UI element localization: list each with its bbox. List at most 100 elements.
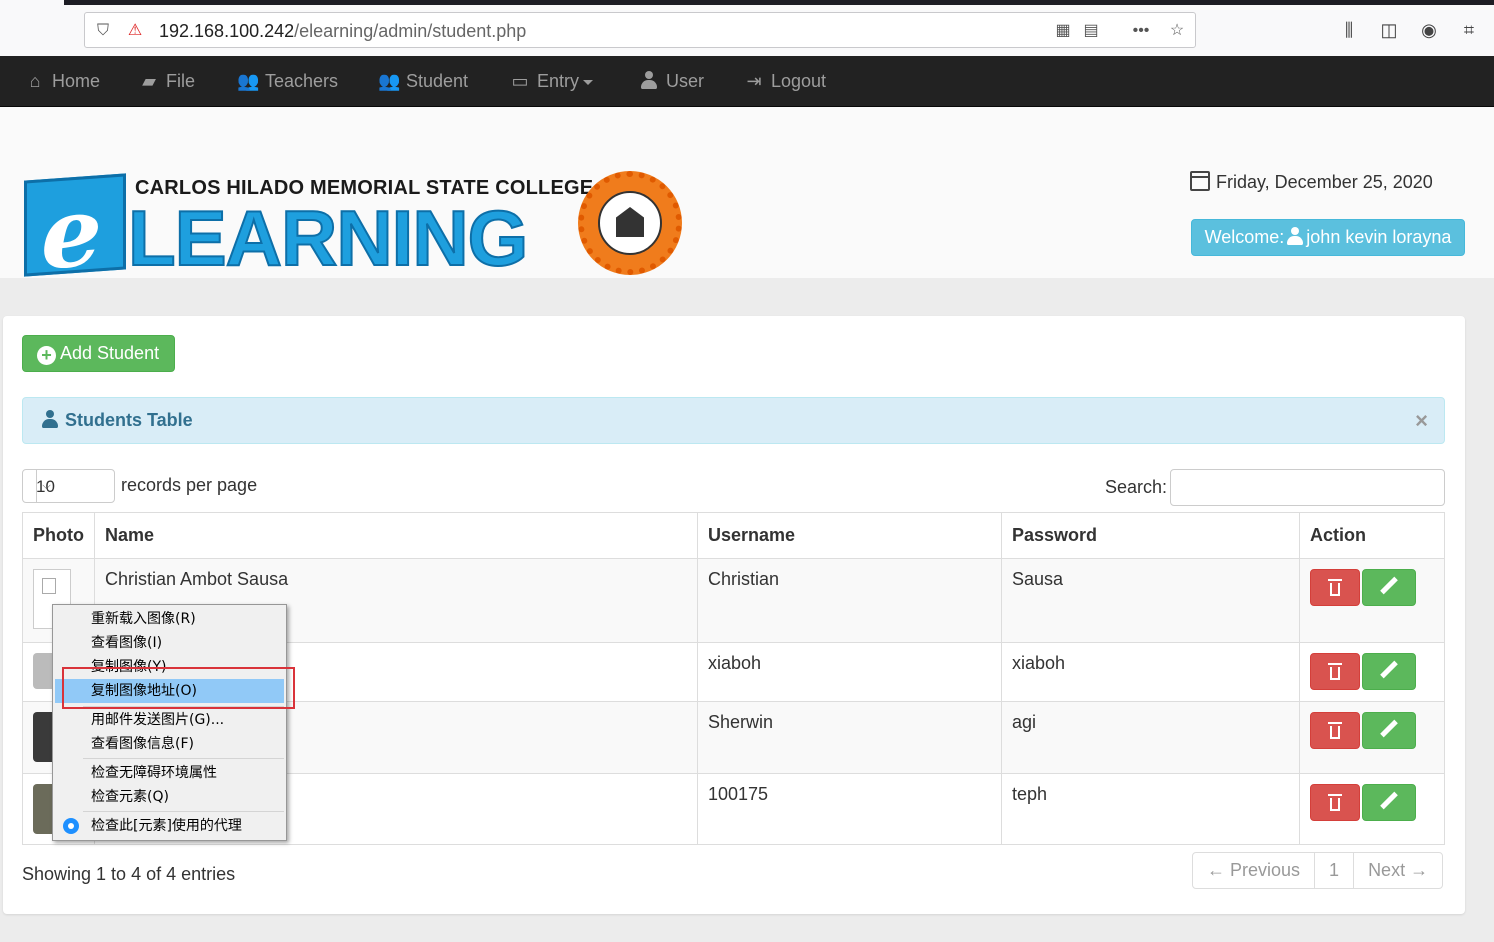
menu-item-view-image[interactable]: 查看图像(I) xyxy=(55,631,284,655)
pencil-icon xyxy=(1380,576,1398,595)
username-cell: Christian xyxy=(697,558,1002,643)
page-length-control: 10 ⌵ records per page xyxy=(22,469,257,503)
folder-open-icon: ▰ xyxy=(142,71,156,91)
more-actions-icon[interactable]: ••• xyxy=(1131,21,1151,41)
nav-file-label: File xyxy=(166,71,196,91)
nav-user[interactable]: User xyxy=(638,56,704,107)
logo-learning-text: LEARNING xyxy=(127,193,529,283)
trash-icon xyxy=(1328,663,1342,680)
tab-strip-edge xyxy=(64,0,1494,5)
college-seal-logo xyxy=(578,171,682,275)
close-icon[interactable]: × xyxy=(1415,398,1428,443)
username-cell: 100175 xyxy=(697,773,1002,845)
search-input[interactable] xyxy=(1170,469,1445,506)
nav-user-label: User xyxy=(666,71,705,91)
table-header-row: Photo Name Username Password Action xyxy=(22,512,1445,559)
delete-button[interactable] xyxy=(1310,712,1360,749)
menu-item-inspect-accessibility[interactable]: 检查无障碍环境属性 xyxy=(55,761,284,785)
alert-title: Students Table xyxy=(65,410,193,430)
sign-out-icon: ⇥ xyxy=(746,71,762,91)
user-icon xyxy=(638,56,660,106)
previous-page-button[interactable]: ← Previous xyxy=(1192,852,1316,889)
extension-icon xyxy=(63,818,79,834)
nav-student[interactable]: 👥 Student xyxy=(378,56,468,107)
nav-logout[interactable]: ⇥ Logout xyxy=(743,56,826,107)
calendar-icon xyxy=(1190,171,1210,191)
delete-button[interactable] xyxy=(1310,569,1360,606)
action-cell xyxy=(1299,773,1445,845)
welcome-prefix: Welcome: xyxy=(1204,227,1285,247)
password-cell: teph xyxy=(1001,773,1300,845)
current-date: Friday, December 25, 2020 xyxy=(1190,171,1433,193)
menu-item-inspect-element[interactable]: 检查元素(Q) xyxy=(55,785,284,809)
add-student-label: Add Student xyxy=(60,343,160,363)
user-icon xyxy=(41,410,59,428)
logo-e-mark: e xyxy=(24,173,126,291)
sidebar-icon[interactable]: ◫ xyxy=(1377,18,1401,42)
date-text: Friday, December 25, 2020 xyxy=(1216,172,1433,192)
add-student-button[interactable]: + Add Student xyxy=(22,335,175,372)
column-header-name[interactable]: Name xyxy=(94,512,698,559)
column-header-password[interactable]: Password xyxy=(1001,512,1300,559)
url-text[interactable]: 192.168.100.242/elearning/admin/student.… xyxy=(159,21,526,42)
nav-entry[interactable]: ▭ Entry xyxy=(509,56,594,107)
welcome-username: john kevin lorayna xyxy=(1306,227,1452,247)
username-cell: Sherwin xyxy=(697,701,1002,774)
folder-icon: ▭ xyxy=(511,71,529,91)
address-bar[interactable]: ⛉ ⚠ 192.168.100.242/elearning/admin/stud… xyxy=(84,12,1196,48)
next-page-button[interactable]: Next → xyxy=(1353,852,1444,889)
annotation-highlight-box xyxy=(62,667,295,709)
main-navbar: ⌂ Home ▰ File 👥 Teachers 👥 Student ▭ Entry Us… xyxy=(0,56,1494,107)
pencil-icon xyxy=(1380,719,1398,738)
browser-toolbar: ⛉ ⚠ 192.168.100.242/elearning/admin/stud… xyxy=(0,0,1494,56)
search-label: Search: xyxy=(1105,477,1168,497)
password-cell: agi xyxy=(1001,701,1300,774)
menu-item-inspect-proxy-label: 检查此[元素]使用的代理 xyxy=(91,818,242,834)
menu-separator xyxy=(83,758,284,759)
edit-button[interactable] xyxy=(1362,653,1416,690)
reader-view-icon[interactable]: ▤ xyxy=(1081,21,1101,41)
broken-image-icon xyxy=(42,578,56,594)
logo-e-letter: e xyxy=(41,174,103,292)
user-icon xyxy=(1286,227,1304,245)
delete-button[interactable] xyxy=(1310,784,1360,821)
insecure-lock-icon[interactable]: ⚠ xyxy=(125,21,145,41)
students-table-heading: Students Table × xyxy=(22,397,1445,444)
menu-separator xyxy=(83,811,284,812)
bookmark-star-icon[interactable]: ☆ xyxy=(1167,21,1187,41)
table-info: Showing 1 to 4 of 4 entries xyxy=(22,864,236,884)
delete-button[interactable] xyxy=(1310,653,1360,690)
account-icon[interactable]: ◉ xyxy=(1417,18,1441,42)
trash-icon xyxy=(1328,722,1342,739)
nav-file[interactable]: ▰ File xyxy=(138,56,195,107)
library-icon[interactable]: ⫼ xyxy=(1337,18,1361,42)
username-cell: xiaboh xyxy=(697,642,1002,702)
url-host: 192.168.100.242 xyxy=(159,21,295,41)
page-1-button[interactable]: 1 xyxy=(1314,852,1355,889)
welcome-button[interactable]: Welcome: john kevin lorayna xyxy=(1191,219,1465,256)
trash-icon xyxy=(1328,794,1342,811)
screenshot-icon[interactable]: ⌗ xyxy=(1457,18,1481,42)
edit-button[interactable] xyxy=(1362,784,1416,821)
menu-item-inspect-proxy[interactable]: 检查此[元素]使用的代理 xyxy=(55,814,284,838)
edit-button[interactable] xyxy=(1362,712,1416,749)
page-length-suffix: records per page xyxy=(121,474,258,495)
menu-item-email-image[interactable]: 用邮件发送图片(G)... xyxy=(55,708,284,732)
column-header-photo[interactable]: Photo xyxy=(22,512,95,559)
trash-icon xyxy=(1328,579,1342,596)
password-cell: Sausa xyxy=(1001,558,1300,643)
nav-entry-label: Entry xyxy=(537,71,580,91)
url-path: /elearning/admin/student.php xyxy=(294,21,527,41)
nav-home[interactable]: ⌂ Home xyxy=(24,56,100,107)
pencil-icon xyxy=(1380,791,1398,810)
column-header-action[interactable]: Action xyxy=(1299,512,1445,559)
nav-student-label: Student xyxy=(406,71,469,91)
column-header-username[interactable]: Username xyxy=(697,512,1002,559)
menu-item-reload-image[interactable]: 重新载入图像(R) xyxy=(55,607,284,631)
shield-icon[interactable]: ⛉ xyxy=(93,21,113,41)
menu-item-view-image-info[interactable]: 查看图像信息(F) xyxy=(55,732,284,756)
nav-teachers[interactable]: 👥 Teachers xyxy=(237,56,338,107)
page-length-select[interactable]: 10 ⌵ xyxy=(22,469,115,503)
qr-code-icon[interactable]: ▦ xyxy=(1053,21,1073,41)
edit-button[interactable] xyxy=(1362,569,1416,606)
